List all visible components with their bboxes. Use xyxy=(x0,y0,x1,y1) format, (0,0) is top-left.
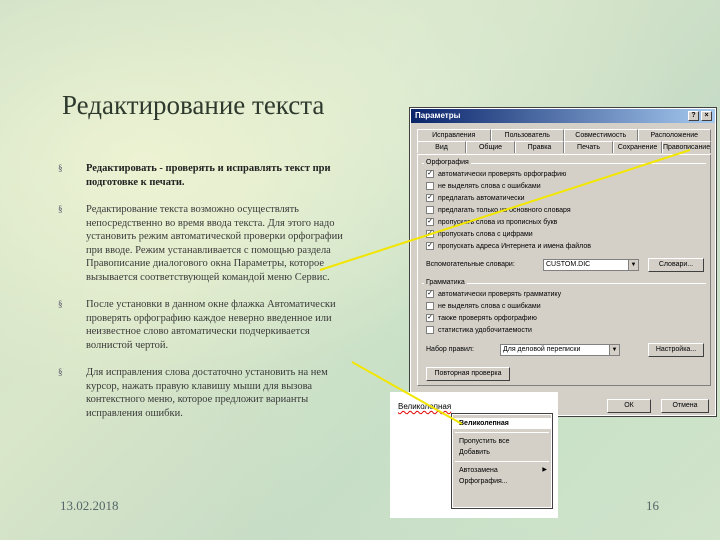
tab-user[interactable]: Пользователь xyxy=(490,129,564,141)
check-ignore-internet[interactable]: ✓ пропускать адреса Интернета и имена фай… xyxy=(426,242,591,250)
tab-strip: Исправления Пользователь Совместимость Р… xyxy=(417,129,711,153)
menu-item-suggestion[interactable]: Великолепная xyxy=(453,418,551,429)
spelling-group-label: Орфография xyxy=(424,159,471,166)
menu-item-add[interactable]: Добавить xyxy=(453,447,551,458)
checkbox[interactable] xyxy=(426,302,434,310)
checkbox[interactable]: ✓ xyxy=(426,170,434,178)
bullet-text: Редактирование текста возможно осуществл… xyxy=(86,204,343,283)
recheck-button[interactable]: Повторная проверка xyxy=(426,367,510,381)
checkbox[interactable]: ✓ xyxy=(426,230,434,238)
check-auto-spelling[interactable]: ✓ автоматически проверять орфографию xyxy=(426,170,566,178)
help-button[interactable]: ? xyxy=(688,111,699,121)
check-ignore-uppercase[interactable]: ✓ пропускать слова из прописных букв xyxy=(426,218,557,226)
tab-file-locations[interactable]: Расположение xyxy=(637,129,711,141)
context-menu: Великолепная Пропустить все Добавить Авт… xyxy=(451,413,553,509)
bullet-mark: § xyxy=(58,204,63,214)
cancel-button[interactable]: Отмена xyxy=(661,399,709,413)
menu-item-autocorrect[interactable]: Автозамена ▶ xyxy=(453,465,551,476)
menu-item-ignore-all[interactable]: Пропустить все xyxy=(453,436,551,447)
tab-save[interactable]: Сохранение xyxy=(613,141,662,153)
bullet-mark: § xyxy=(58,299,63,309)
checkbox[interactable]: ✓ xyxy=(426,194,434,202)
dictionaries-button[interactable]: Словари... xyxy=(648,258,704,272)
ok-button[interactable]: ОК xyxy=(607,399,651,413)
checkbox[interactable]: ✓ xyxy=(426,290,434,298)
bullet-list: § Редактировать - проверять и исправлять… xyxy=(58,162,358,434)
checkbox[interactable] xyxy=(426,326,434,334)
bullet-text: После установки в данном окне флажка Авт… xyxy=(86,299,336,351)
rule-set-select[interactable]: Для деловой переписки ▼ xyxy=(500,344,620,356)
check-grammar-with-spelling[interactable]: ✓ также проверять орфографию xyxy=(426,314,537,322)
tab-spelling[interactable]: Правописание xyxy=(662,141,711,153)
dialog-title: Параметры xyxy=(415,111,461,120)
tab-compatibility[interactable]: Совместимость xyxy=(564,129,638,141)
tab-general[interactable]: Общие xyxy=(466,141,515,153)
chevron-down-icon[interactable]: ▼ xyxy=(628,260,638,270)
bullet-item: § Для исправления слова достаточно устан… xyxy=(58,366,358,420)
options-dialog: Параметры ? × Исправления Пользователь С… xyxy=(409,107,717,417)
bullet-item: § Редактирование текста возможно осущест… xyxy=(58,203,358,284)
slide-title: Редактирование текста xyxy=(62,90,325,120)
menu-separator xyxy=(455,432,549,433)
check-main-dict-only[interactable]: предлагать только из основного словаря xyxy=(426,206,571,214)
bullet-item: § Редактировать - проверять и исправлять… xyxy=(58,162,358,189)
spelling-panel: Орфография ✓ автоматически проверять орфо… xyxy=(417,154,711,386)
bullet-item: § После установки в данном окне флажка А… xyxy=(58,298,358,352)
check-readability-stats[interactable]: статистика удобочитаемости xyxy=(426,326,532,334)
misspelled-word[interactable]: Великолепная xyxy=(398,402,451,411)
check-suggest-always[interactable]: ✓ предлагать автоматически xyxy=(426,194,525,202)
chevron-down-icon[interactable]: ▼ xyxy=(609,345,619,355)
checkbox[interactable] xyxy=(426,182,434,190)
checkbox[interactable] xyxy=(426,206,434,214)
check-hide-grammar-errors[interactable]: не выделять слова с ошибками xyxy=(426,302,541,310)
check-ignore-numbers[interactable]: ✓ пропускать слова с цифрами xyxy=(426,230,533,238)
grammar-group-label: Грамматика xyxy=(424,279,467,286)
tab-print[interactable]: Печать xyxy=(564,141,613,153)
bullet-mark: § xyxy=(58,367,63,377)
custom-dict-select[interactable]: CUSTOM.DIC ▼ xyxy=(543,259,639,271)
menu-separator xyxy=(455,461,549,462)
submenu-arrow-icon: ▶ xyxy=(542,467,547,473)
checkbox[interactable]: ✓ xyxy=(426,218,434,226)
bullet-bold-text: Редактировать - проверять и исправлять т… xyxy=(86,163,331,188)
slide-number: 16 xyxy=(646,498,659,513)
settings-button[interactable]: Настройка... xyxy=(648,343,704,357)
check-hide-spelling-errors[interactable]: не выделять слова с ошибками xyxy=(426,182,541,190)
checkbox[interactable]: ✓ xyxy=(426,314,434,322)
tab-edit[interactable]: Правка xyxy=(515,141,564,153)
checkbox[interactable]: ✓ xyxy=(426,242,434,250)
rule-set-label: Набор правил: xyxy=(426,346,474,353)
tab-view[interactable]: Вид xyxy=(417,141,466,153)
custom-dict-label: Вспомогательные словари: xyxy=(426,261,515,268)
bullet-mark: § xyxy=(58,163,63,173)
tab-track-changes[interactable]: Исправления xyxy=(417,129,491,141)
check-auto-grammar[interactable]: ✓ автоматически проверять грамматику xyxy=(426,290,561,298)
bullet-text: Для исправления слова достаточно установ… xyxy=(86,367,328,419)
menu-item-spelling[interactable]: Орфография... xyxy=(453,476,551,487)
close-button[interactable]: × xyxy=(701,111,712,121)
dialog-title-bar: Параметры ? × xyxy=(411,109,715,123)
slide-date: 13.02.2018 xyxy=(60,498,119,513)
